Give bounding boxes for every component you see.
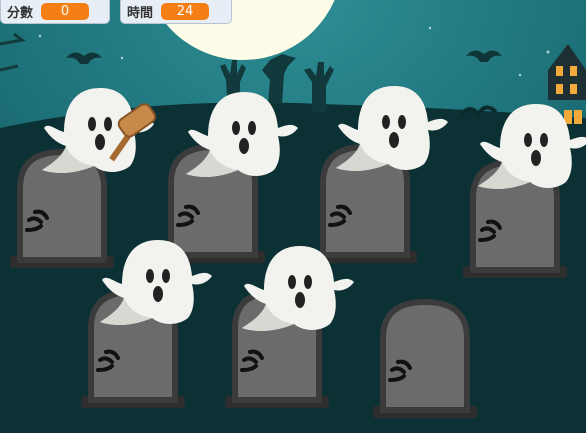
time-panel: 時間 24 <box>120 0 232 24</box>
score-panel: 分數 0 <box>0 0 110 24</box>
game-stage[interactable]: 分數 0 時間 24 <box>0 0 586 433</box>
time-label: 時間 <box>127 6 154 21</box>
halloween-background <box>0 0 586 433</box>
tombstone[interactable] <box>373 302 477 418</box>
score-value: 0 <box>41 3 90 20</box>
score-label: 分數 <box>7 6 34 21</box>
time-value: 24 <box>161 3 210 20</box>
